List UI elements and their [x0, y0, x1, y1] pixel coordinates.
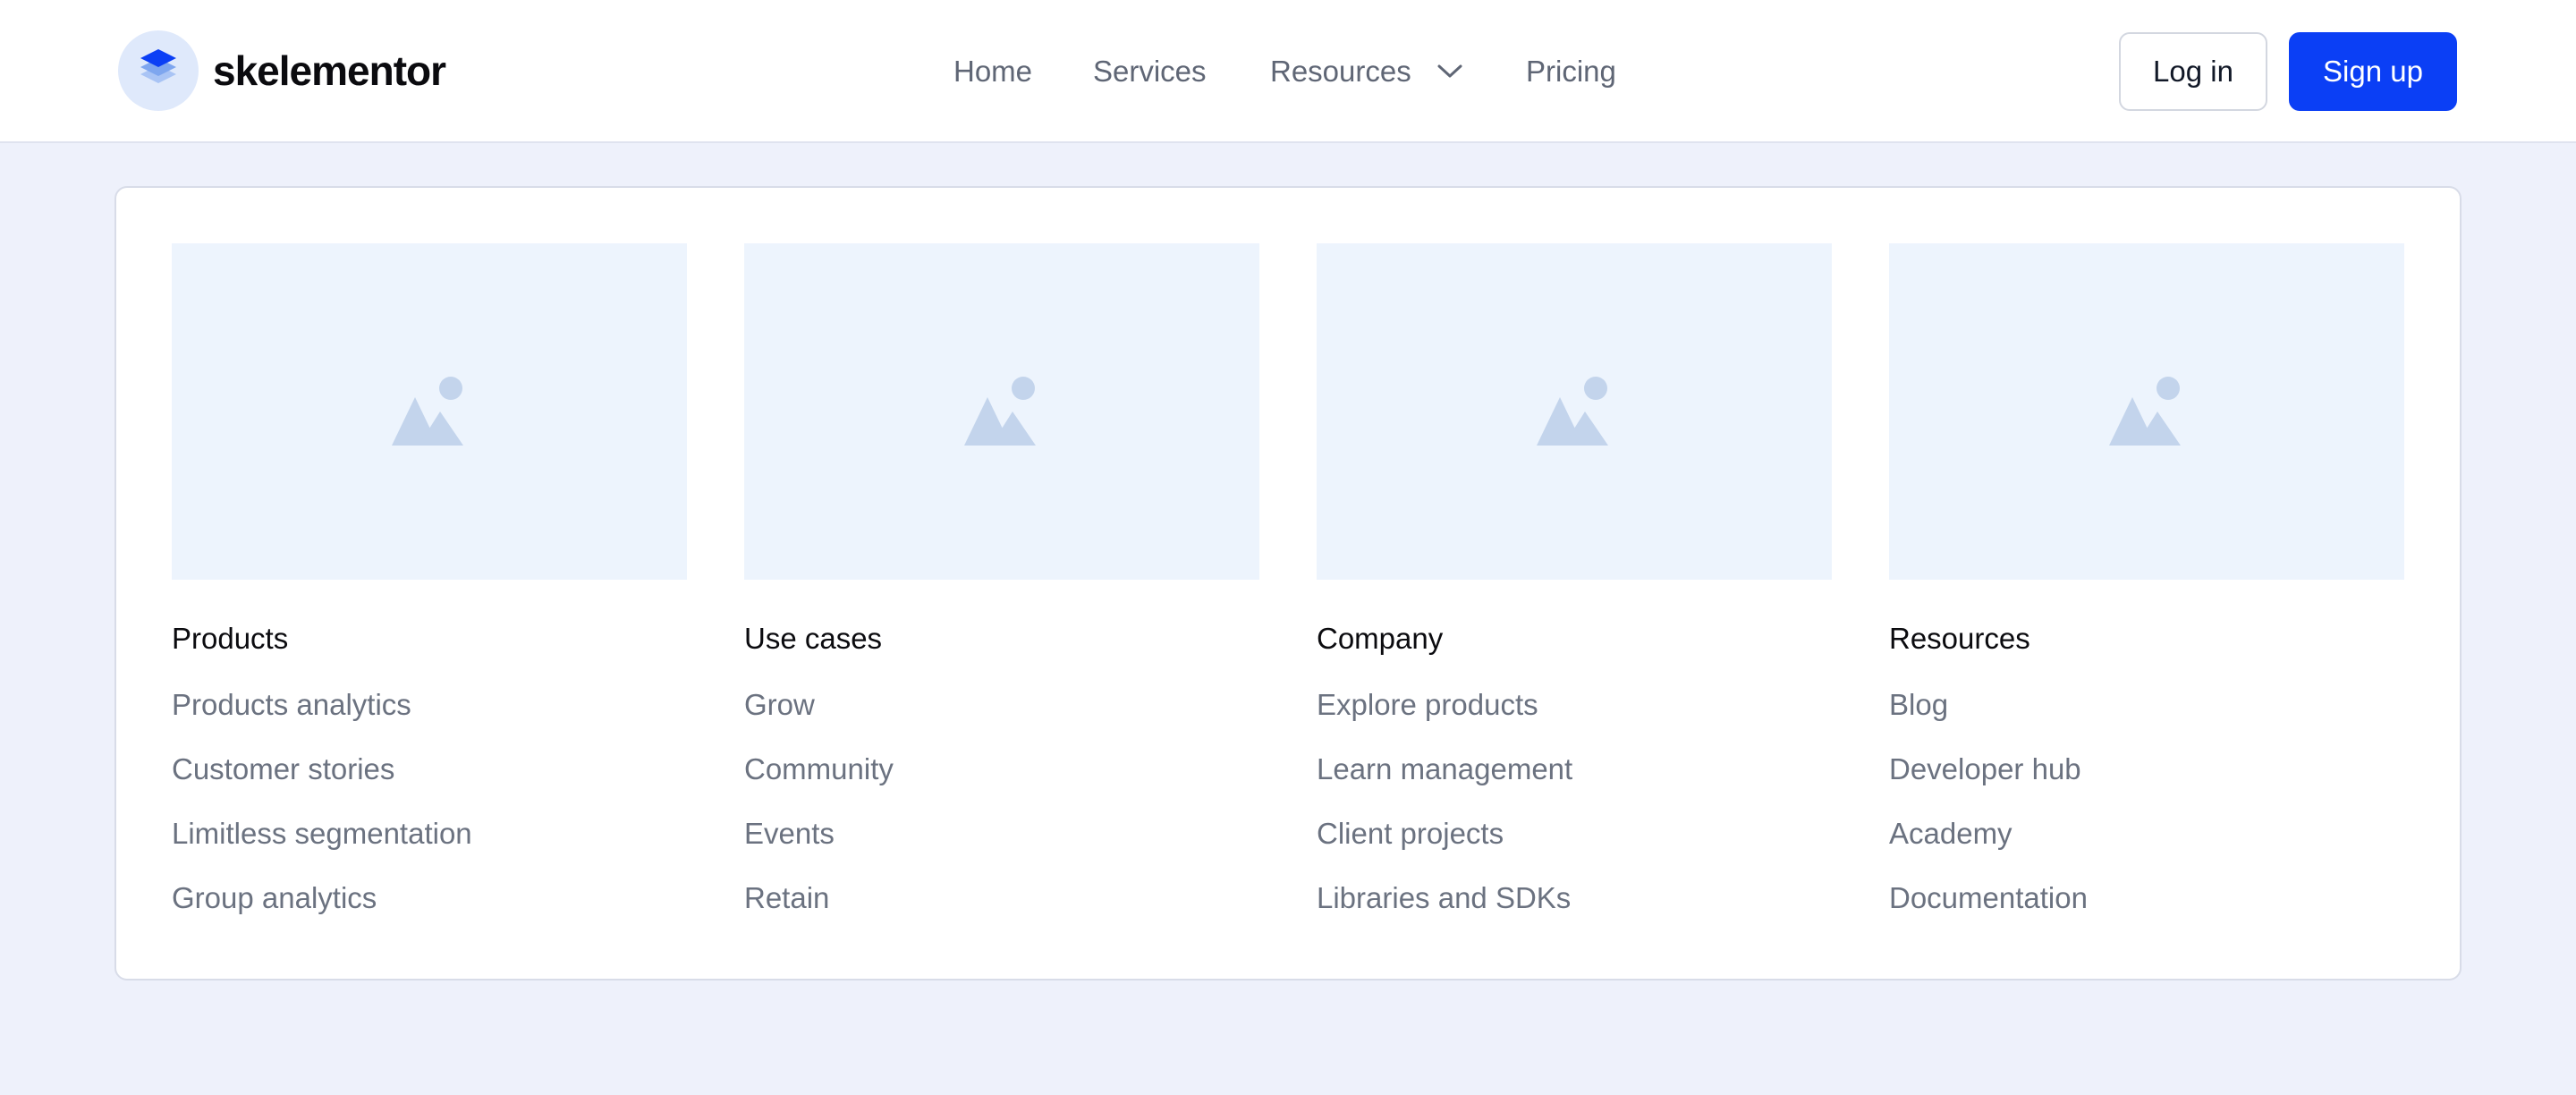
column-title: Resources: [1889, 622, 2030, 655]
nav-home[interactable]: Home: [953, 55, 1032, 89]
link-list: Grow Community Events Retain: [744, 687, 1259, 945]
menu-link[interactable]: Academy: [1889, 816, 2404, 880]
nav-resources-label: Resources: [1270, 55, 1411, 88]
top-navbar: skelementor Home Services Resources Pric…: [0, 0, 2576, 143]
signup-button[interactable]: Sign up: [2289, 32, 2457, 111]
menu-link[interactable]: Libraries and SDKs: [1317, 880, 1832, 945]
image-placeholder[interactable]: [744, 243, 1259, 580]
image-placeholder[interactable]: [1889, 243, 2404, 580]
link-list: Explore products Learn management Client…: [1317, 687, 1832, 945]
menu-link[interactable]: Explore products: [1317, 687, 1832, 751]
column-title: Products: [172, 622, 289, 655]
menu-link[interactable]: Products analytics: [172, 687, 687, 751]
menu-column-use-cases: Use cases Grow Community Events Retain: [744, 243, 1259, 945]
image-placeholder-icon: [1537, 377, 1608, 446]
link-list: Blog Developer hub Academy Documentation: [1889, 687, 2404, 945]
menu-link[interactable]: Grow: [744, 687, 1259, 751]
menu-link[interactable]: Documentation: [1889, 880, 2404, 945]
chevron-down-icon: [1436, 64, 1463, 80]
image-placeholder-icon: [964, 377, 1036, 446]
menu-column-resources: Resources Blog Developer hub Academy Doc…: [1889, 243, 2404, 945]
menu-link[interactable]: Community: [744, 751, 1259, 816]
menu-link[interactable]: Blog: [1889, 687, 2404, 751]
menu-link[interactable]: Group analytics: [172, 880, 687, 945]
nav-resources[interactable]: Resources: [1270, 55, 1463, 89]
column-title: Company: [1317, 622, 1444, 655]
login-button[interactable]: Log in: [2119, 32, 2267, 111]
brand-logo[interactable]: skelementor: [118, 30, 446, 111]
image-placeholder[interactable]: [172, 243, 687, 580]
menu-column-products: Products Products analytics Customer sto…: [172, 243, 687, 945]
menu-link[interactable]: Learn management: [1317, 751, 1832, 816]
menu-link[interactable]: Customer stories: [172, 751, 687, 816]
menu-link[interactable]: Events: [744, 816, 1259, 880]
layers-icon: [118, 30, 199, 111]
resources-mega-menu: Products Products analytics Customer sto…: [114, 186, 2462, 980]
link-list: Products analytics Customer stories Limi…: [172, 687, 687, 945]
brand-name: skelementor: [213, 47, 446, 94]
menu-link[interactable]: Client projects: [1317, 816, 1832, 880]
nav-services[interactable]: Services: [1093, 55, 1207, 89]
column-title: Use cases: [744, 622, 883, 655]
menu-link[interactable]: Limitless segmentation: [172, 816, 687, 880]
image-placeholder[interactable]: [1317, 243, 1832, 580]
menu-link[interactable]: Retain: [744, 880, 1259, 945]
menu-link[interactable]: Developer hub: [1889, 751, 2404, 816]
image-placeholder-icon: [392, 377, 463, 446]
nav-pricing[interactable]: Pricing: [1526, 55, 1616, 89]
image-placeholder-icon: [2109, 377, 2181, 446]
menu-column-company: Company Explore products Learn managemen…: [1317, 243, 1832, 945]
